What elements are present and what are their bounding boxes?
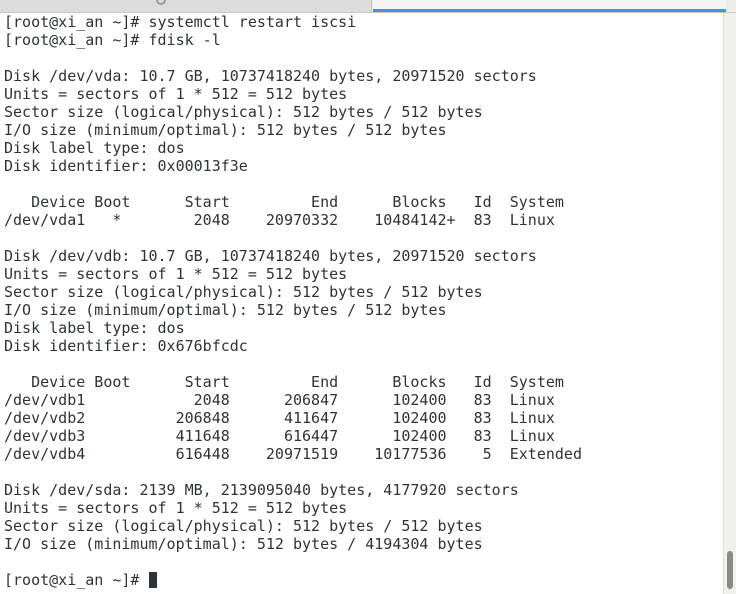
terminal-line: Sector size (logical/physical): 512 byte…	[4, 517, 483, 535]
terminal-line: Disk label type: dos	[4, 319, 185, 337]
terminal-line: /dev/vdb4 616448 20971519 10177536 5 Ext…	[4, 445, 582, 463]
terminal-line: [root@xi_an ~]# fdisk -l	[4, 31, 221, 49]
prompt-line[interactable]: [root@xi_an ~]#	[4, 571, 724, 589]
terminal-tab-2-active[interactable]	[373, 0, 726, 12]
tab-bar	[0, 0, 736, 13]
terminal-line: /dev/vda1 * 2048 20970332 10484142+ 83 L…	[4, 211, 555, 229]
terminal-line: Disk /dev/sda: 2139 MB, 2139095040 bytes…	[4, 481, 519, 499]
terminal-line: Disk identifier: 0x00013f3e	[4, 157, 248, 175]
terminal-line: Units = sectors of 1 * 512 = 512 bytes	[4, 499, 348, 517]
terminal-window: [root@xi_an ~]# systemctl restart iscsi …	[0, 0, 736, 594]
terminal-line: Sector size (logical/physical): 512 byte…	[4, 283, 483, 301]
terminal-line: Disk label type: dos	[4, 139, 185, 157]
terminal-tab-1[interactable]	[0, 0, 372, 12]
terminal-line: Sector size (logical/physical): 512 byte…	[4, 103, 483, 121]
terminal-line: Device Boot Start End Blocks Id System	[4, 373, 564, 391]
terminal-line: Units = sectors of 1 * 512 = 512 bytes	[4, 85, 348, 103]
terminal-line: Disk /dev/vdb: 10.7 GB, 10737418240 byte…	[4, 247, 537, 265]
terminal-line: Device Boot Start End Blocks Id System	[4, 193, 564, 211]
search-icon[interactable]	[156, 0, 166, 5]
terminal-line: I/O size (minimum/optimal): 512 bytes / …	[4, 121, 447, 139]
terminal-line: Units = sectors of 1 * 512 = 512 bytes	[4, 265, 348, 283]
vertical-scrollbar[interactable]	[723, 13, 736, 594]
terminal-line: I/O size (minimum/optimal): 512 bytes / …	[4, 535, 483, 553]
terminal-line: /dev/vdb2 206848 411647 102400 83 Linux	[4, 409, 555, 427]
terminal-line: [root@xi_an ~]# systemctl restart iscsi	[4, 13, 357, 31]
terminal-line: Disk /dev/vda: 10.7 GB, 10737418240 byte…	[4, 67, 537, 85]
terminal-line: /dev/vdb3 411648 616447 102400 83 Linux	[4, 427, 555, 445]
terminal-line: Disk identifier: 0x676bfcdc	[4, 337, 248, 355]
shell-prompt: [root@xi_an ~]#	[4, 571, 149, 589]
terminal-line: I/O size (minimum/optimal): 512 bytes / …	[4, 301, 447, 319]
scrollbar-thumb[interactable]	[727, 551, 733, 589]
block-cursor	[148, 572, 157, 588]
terminal-output[interactable]: [root@xi_an ~]# systemctl restart iscsi …	[0, 13, 724, 594]
terminal-line: /dev/vdb1 2048 206847 102400 83 Linux	[4, 391, 555, 409]
